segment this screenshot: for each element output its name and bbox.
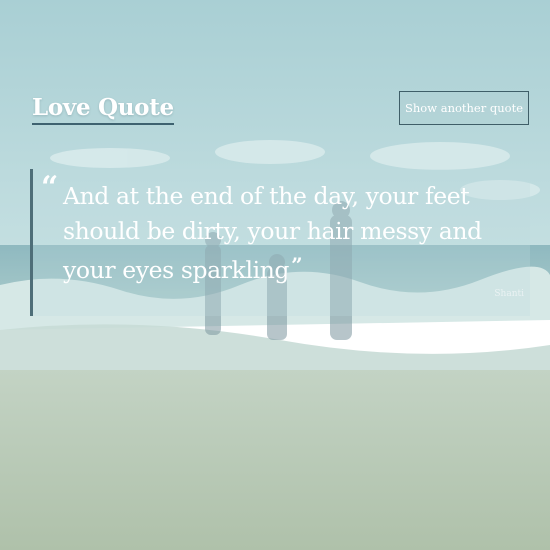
quote-box: “ And at the end of the day, your feet s… [30,169,530,316]
quote-author: Shanti [494,289,524,299]
quote-text: And at the end of the day, your feet sho… [63,182,482,284]
open-quote-icon: “ [41,170,59,205]
close-quote-icon: ” [291,253,303,277]
quote-text-container: And at the end of the day, your feet sho… [63,179,523,288]
page-title: Love Quote [32,94,174,125]
show-another-quote-label: Show another quote [405,101,523,115]
show-another-quote-button[interactable]: Show another quote [399,91,529,125]
